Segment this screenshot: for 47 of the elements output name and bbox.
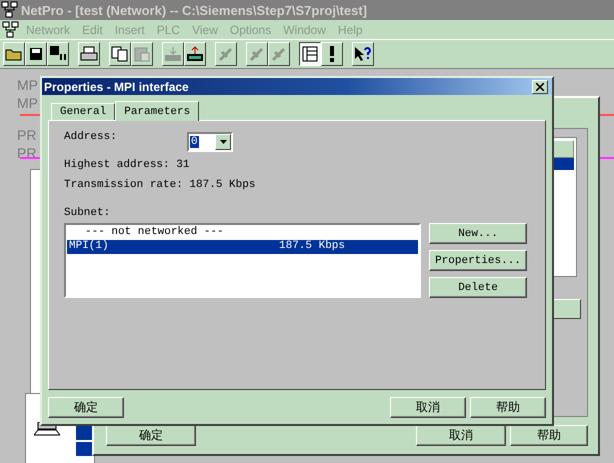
toolbar-button[interactable] [299, 42, 321, 66]
subnet-button[interactable]: Delete [429, 277, 527, 298]
copy-icon [111, 46, 129, 62]
ok-button[interactable]: 确定 [106, 425, 196, 446]
tool-icon [248, 46, 266, 62]
tool-icon [217, 46, 235, 62]
catalog-icon [302, 46, 318, 62]
tab[interactable]: Parameters [115, 101, 200, 121]
dropdown-button[interactable] [215, 134, 231, 150]
transmission-rate-text: Transmission rate: 187.5 Kbps [64, 179, 256, 191]
subnet-row[interactable]: MPI(1) 187.5 Kbps [67, 240, 418, 254]
caret-icon [220, 140, 226, 144]
help-button[interactable]: 帮助 [470, 397, 546, 418]
tab[interactable]: General [51, 103, 116, 120]
close-button[interactable] [532, 80, 548, 94]
module-icon [76, 426, 92, 456]
upload-icon [186, 46, 204, 62]
cancel-button[interactable]: 取消 [416, 425, 506, 446]
subnet-button[interactable]: Properties... [429, 250, 527, 271]
exclamation-icon [329, 46, 335, 62]
node-label: PR [17, 145, 36, 161]
help-pointer-icon [354, 46, 372, 62]
node-label: PR [17, 127, 36, 143]
folder-icon [5, 47, 23, 61]
address-value: 0 [190, 136, 199, 148]
subnet-rate: 187.5 Kbps [278, 240, 346, 254]
subnet-label: Subnet: [64, 207, 110, 219]
highest-address-text: Highest address: 31 [64, 159, 190, 171]
address-dropdown[interactable]: 0 [187, 132, 233, 152]
node-label: MP [17, 77, 38, 93]
cancel-button[interactable]: 取消 [390, 397, 466, 418]
tool-icon [270, 46, 288, 62]
close-icon [536, 82, 544, 90]
help-button[interactable]: 帮助 [510, 425, 588, 446]
download-icon [164, 46, 182, 62]
disk-bits-icon [49, 45, 67, 63]
dialog-title: Properties - MPI interface [44, 80, 189, 94]
printer-icon [80, 46, 98, 62]
address-label: Address: [64, 131, 118, 143]
network-icon [1, 1, 19, 19]
subnet-button[interactable]: New... [429, 223, 527, 244]
window-title: NetPro - [test (Network) -- C:\Siemens\Step7\S7proj\test] [21, 2, 367, 18]
subnet-name: --- not networked --- [84, 226, 225, 240]
ok-button[interactable]: 确定 [48, 397, 124, 418]
clipboard-icon [133, 46, 151, 62]
node-label: MP [17, 95, 38, 111]
subnet-name: MPI(1) [68, 240, 110, 254]
